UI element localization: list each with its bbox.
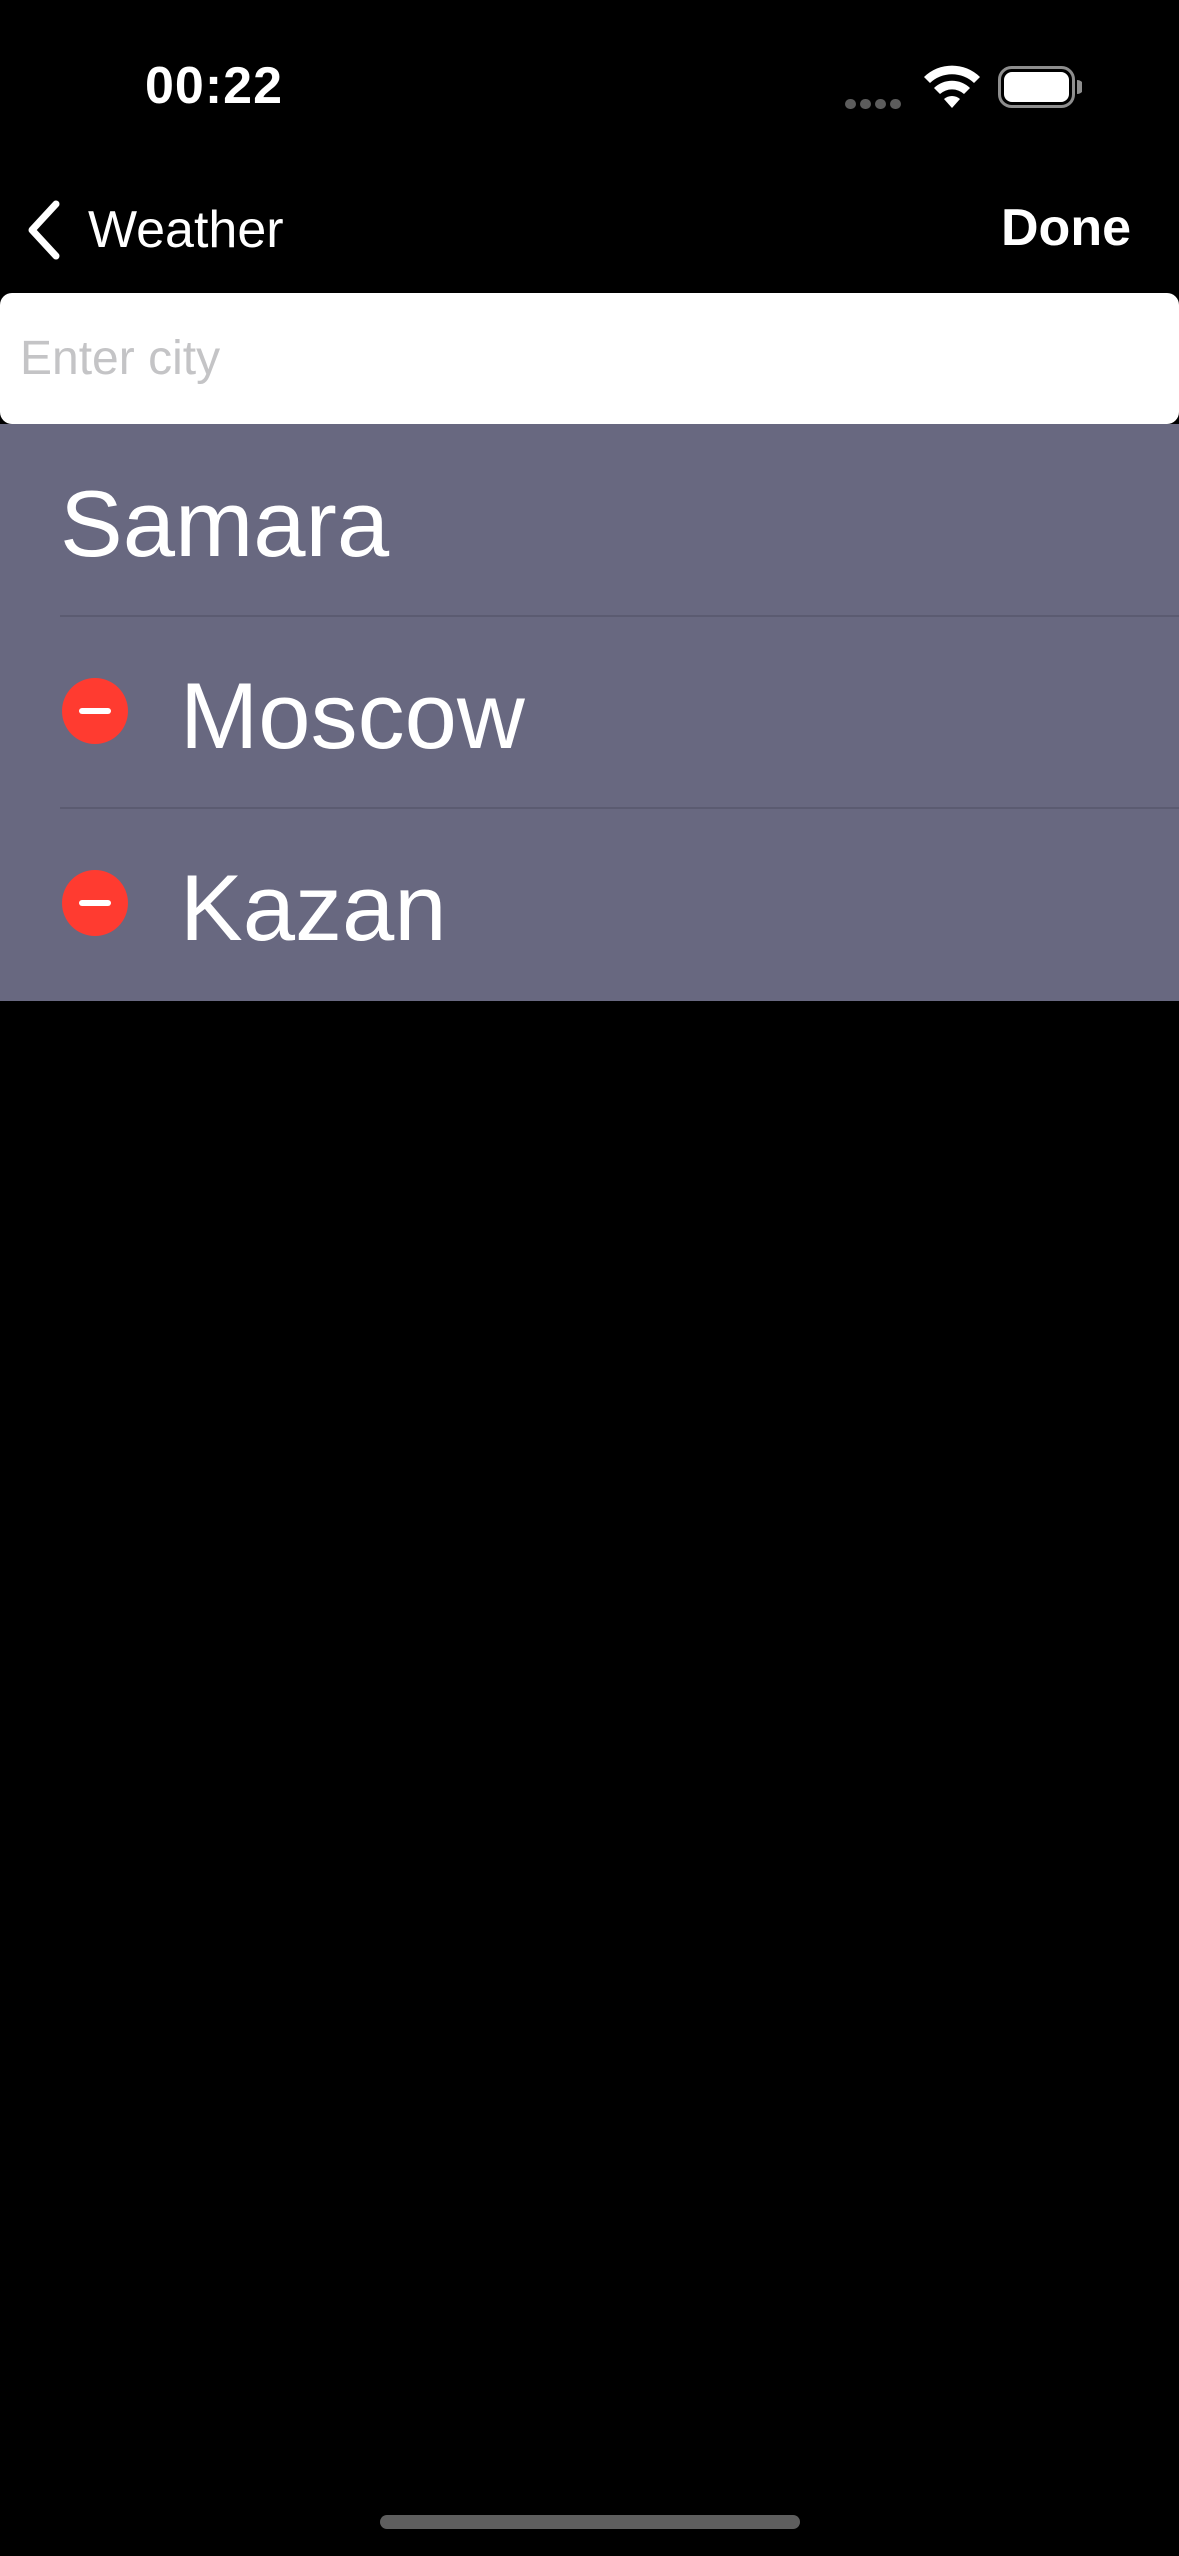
delete-icon[interactable] — [62, 678, 128, 744]
delete-icon[interactable] — [62, 870, 128, 936]
home-indicator[interactable] — [380, 2515, 800, 2529]
list-item-kazan[interactable]: Kazan — [0, 808, 1179, 999]
city-name: Samara — [60, 471, 390, 576]
battery-icon — [998, 66, 1082, 108]
list-item-moscow[interactable]: Moscow — [0, 616, 1179, 807]
city-search-field — [0, 293, 1179, 424]
city-list: Samara Moscow Kazan — [0, 424, 1179, 1001]
back-button[interactable]: Weather — [24, 196, 284, 264]
status-bar: 00:22 — [0, 0, 1179, 170]
chevron-left-icon — [28, 200, 60, 260]
status-time: 00:22 — [145, 57, 283, 115]
signal-icon — [845, 96, 905, 109]
list-item-samara[interactable]: Samara — [0, 424, 1179, 615]
navigation-bar: Weather Done — [0, 170, 1179, 290]
city-name: Kazan — [180, 855, 447, 960]
wifi-icon — [924, 65, 980, 108]
city-name: Moscow — [180, 663, 525, 768]
city-search-input[interactable] — [20, 293, 1150, 424]
back-button-label: Weather — [88, 201, 284, 259]
done-button[interactable]: Done — [1001, 198, 1131, 258]
